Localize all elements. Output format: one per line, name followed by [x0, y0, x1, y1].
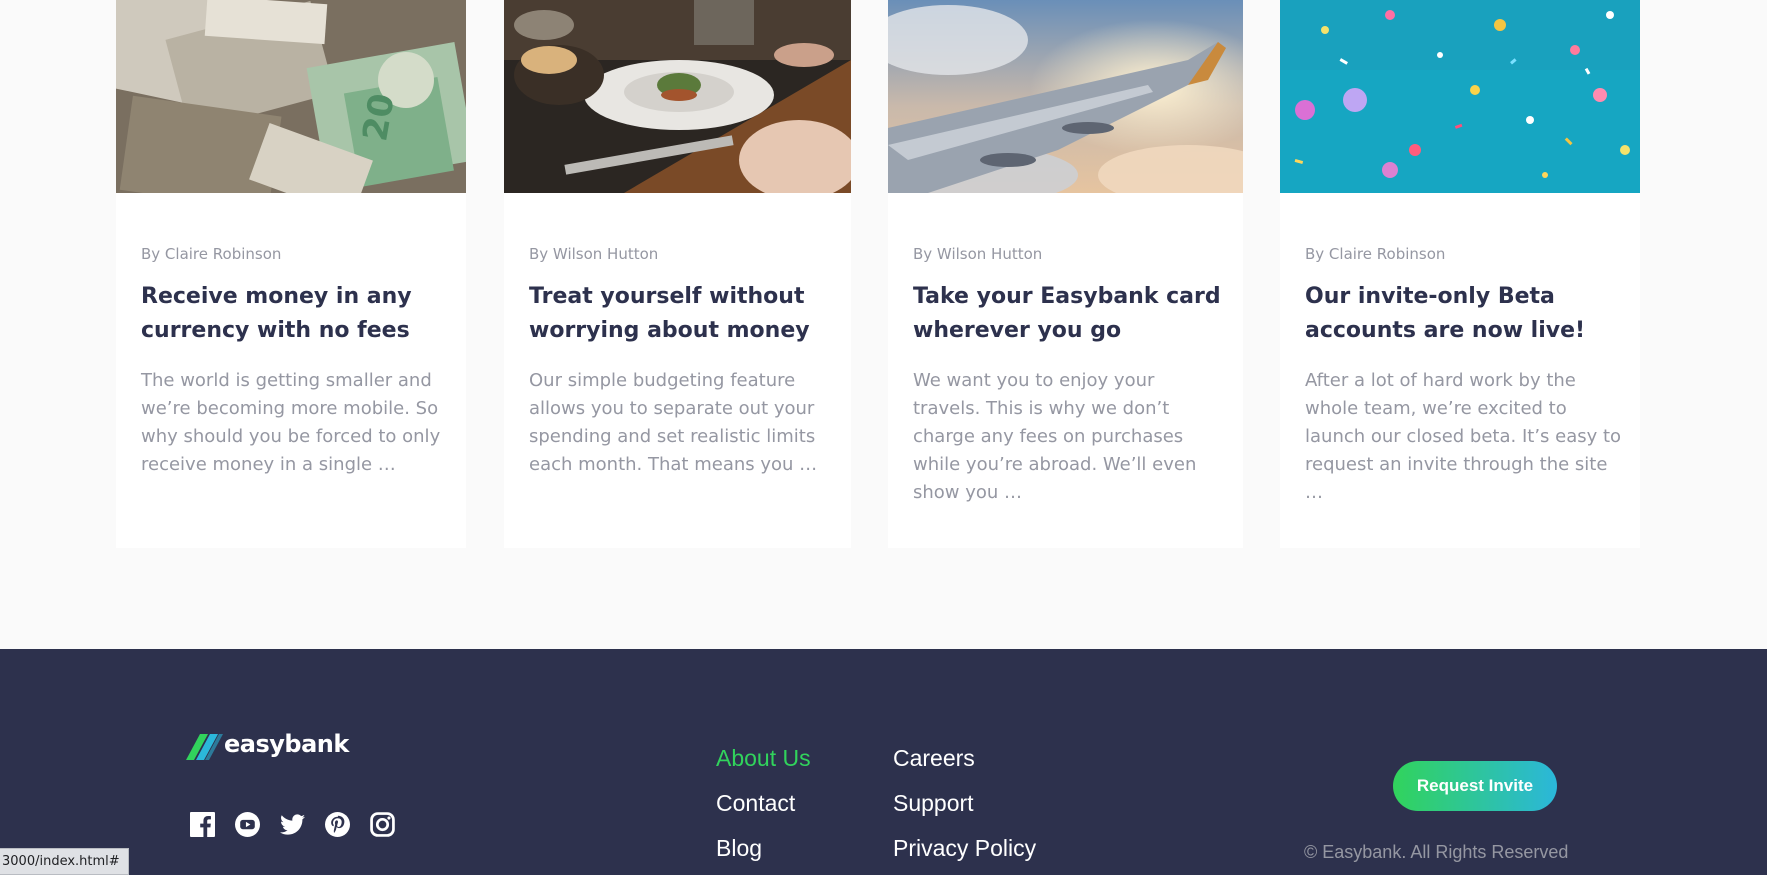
social-links [190, 812, 395, 837]
article-author: By Wilson Hutton [913, 245, 1043, 263]
article-card[interactable]: By Wilson Hutton Take your Easybank card… [888, 0, 1243, 548]
article-title[interactable]: Our invite-only Beta accounts are now li… [1305, 280, 1620, 348]
article-title[interactable]: Receive money in any currency with no fe… [141, 280, 446, 348]
article-author: By Claire Robinson [1305, 245, 1446, 263]
footer-link-about-us[interactable]: About Us [716, 745, 811, 772]
site-footer: easybank About Us Contact Blog Careers S… [0, 649, 1767, 875]
footer-link-support[interactable]: Support [893, 790, 974, 817]
logo-text: easybank [224, 730, 349, 758]
copyright-text: © Easybank. All Rights Reserved [1304, 842, 1569, 862]
pinterest-icon[interactable] [325, 812, 350, 837]
article-excerpt: After a lot of hard work by the whole te… [1305, 370, 1622, 503]
footer-link-contact[interactable]: Contact [716, 790, 795, 817]
article-excerpt: We want you to enjoy your travels. This … [913, 370, 1197, 503]
article-title[interactable]: Treat yourself without worrying about mo… [529, 280, 831, 348]
confetti-image[interactable] [1280, 0, 1640, 193]
restaurant-image[interactable] [504, 0, 851, 193]
facebook-icon[interactable] [190, 812, 215, 837]
request-invite-button[interactable]: Request Invite [1393, 761, 1557, 811]
article-card[interactable]: By Wilson Hutton Treat yourself without … [504, 0, 851, 548]
svg-text:20: 20 [355, 91, 403, 145]
footer-link-privacy-policy[interactable]: Privacy Policy [893, 835, 1036, 862]
article-card[interactable]: 20 By Claire Robinson Receive money in a… [116, 0, 466, 548]
youtube-icon[interactable] [235, 812, 260, 837]
easybank-logo[interactable]: easybank [186, 730, 366, 762]
article-card[interactable]: By Claire Robinson Our invite-only Beta … [1280, 0, 1640, 548]
footer-link-blog[interactable]: Blog [716, 835, 762, 862]
article-excerpt: Our simple budgeting feature allows you … [529, 370, 818, 475]
instagram-icon[interactable] [370, 812, 395, 837]
latest-articles-section: 20 By Claire Robinson Receive money in a… [0, 0, 1767, 649]
article-title[interactable]: Take your Easybank card wherever you go [913, 280, 1223, 348]
plane-image[interactable] [888, 0, 1243, 193]
footer-link-careers[interactable]: Careers [893, 745, 975, 772]
browser-status-url: 3000/index.html# [0, 848, 129, 875]
twitter-icon[interactable] [280, 812, 305, 837]
currency-image[interactable]: 20 [116, 0, 466, 193]
article-author: By Wilson Hutton [529, 245, 659, 263]
logo-mark-icon [186, 734, 223, 760]
article-author: By Claire Robinson [141, 245, 282, 263]
article-excerpt: The world is getting smaller and we’re b… [141, 370, 441, 475]
